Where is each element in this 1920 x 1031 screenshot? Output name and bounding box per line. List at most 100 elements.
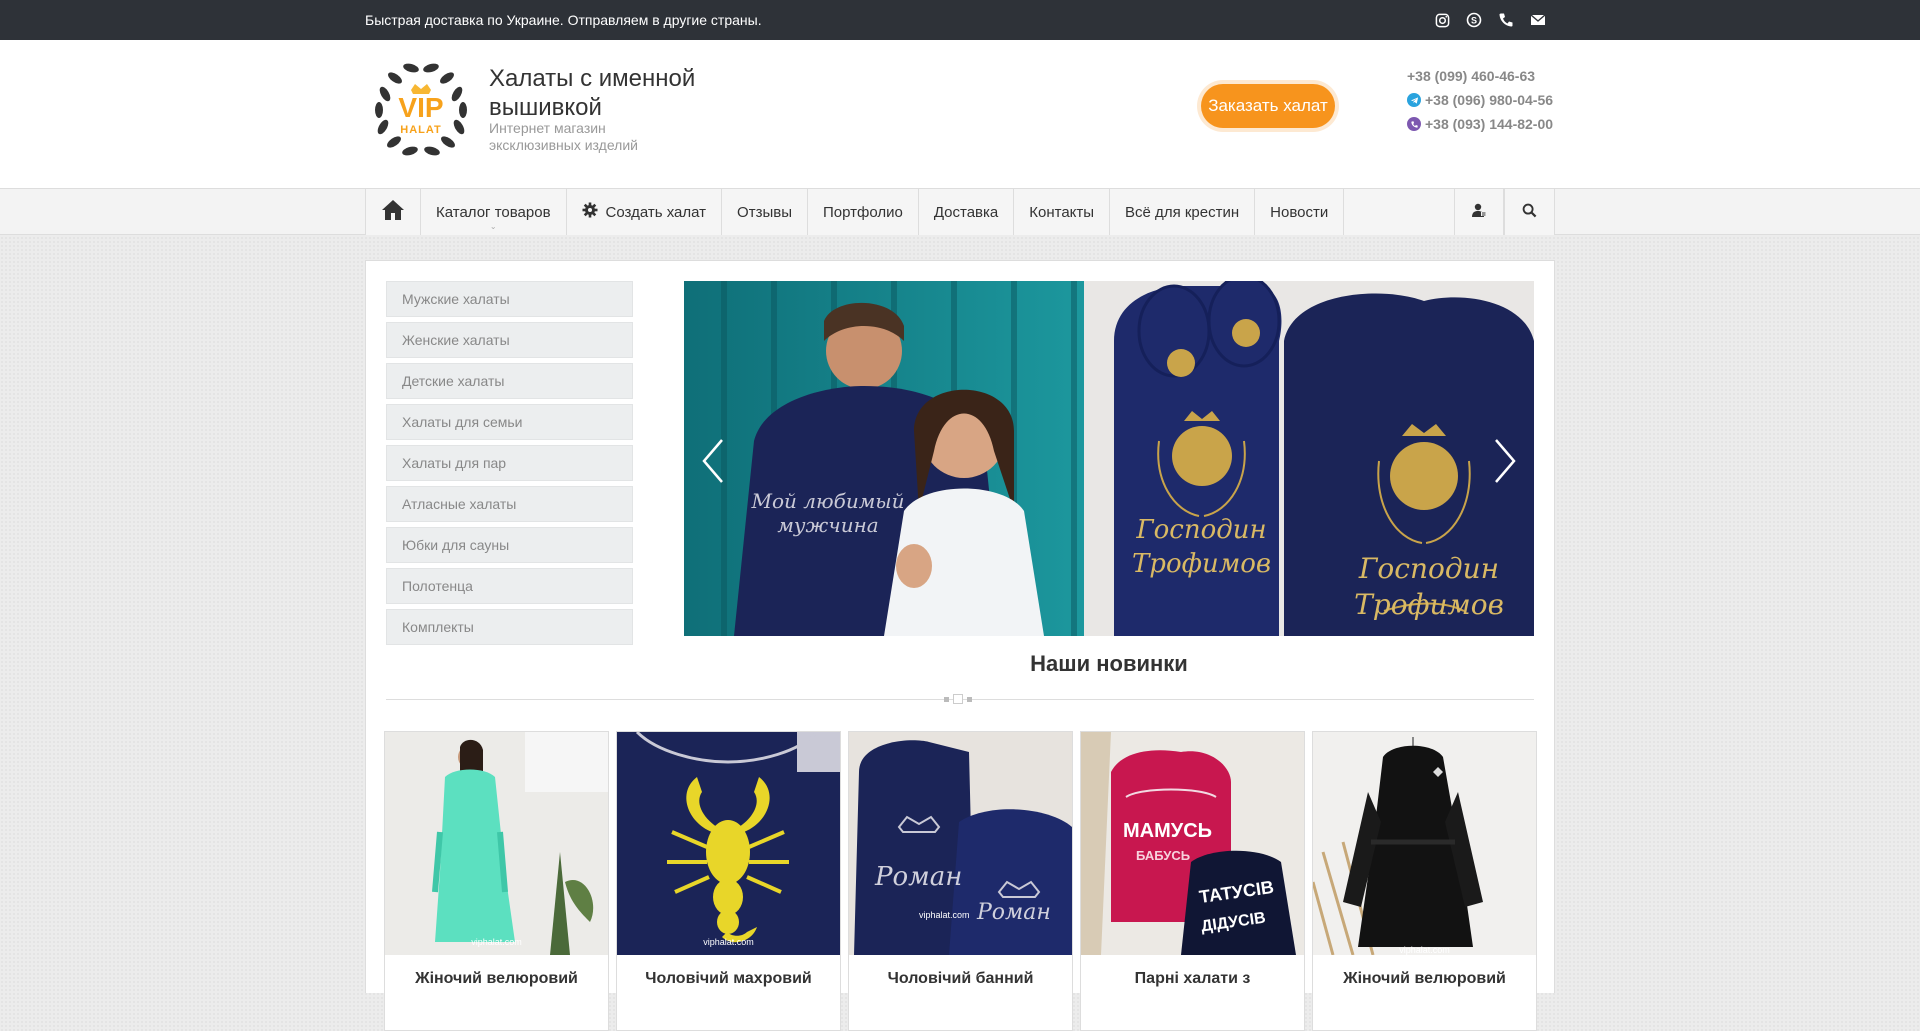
image-watermark: viphalat.com [471,937,522,947]
viber-icon [1407,117,1421,131]
embroidery-babus: БАБУСЬ [1136,848,1191,863]
category-towels[interactable]: Полотенца [386,568,633,604]
site-subtitle: Интернет магазин эксклюзивных изделий [489,120,638,153]
nav-catalog[interactable]: Каталог товаров ⌄ [421,189,567,235]
nav-create-robe[interactable]: Создать халат [567,189,723,235]
slide-caption-mid-line1: Господин [1136,515,1267,545]
shipping-message: Быстрая доставка по Украине. Отправляем … [365,12,762,28]
nav-news-label: Новости [1270,203,1329,221]
logo-vip-text: VIP [398,92,444,123]
nav-reviews[interactable]: Отзывы [722,189,808,235]
mail-icon[interactable] [1529,11,1547,29]
product-grid: viphalat.com Жіночий велюровий viphalat.… [384,731,1537,1031]
embroidery-name-1: Роман [875,862,963,892]
category-list: Мужские халаты Женские халаты Детские ха… [386,281,633,650]
product-image[interactable]: Роман Роман viphalat.com [849,732,1072,955]
nav-news[interactable]: Новости [1255,189,1345,235]
embroidery-name-2: Роман [977,900,1051,925]
product-name[interactable]: Парні халати з [1081,955,1304,988]
product-card[interactable]: viphalat.com Жіночий велюровий [384,731,609,1031]
product-name[interactable]: Жіночий велюровий [385,955,608,988]
product-image[interactable]: viphalat.com [385,732,608,955]
nav-christening[interactable]: Всё для крестин [1110,189,1256,235]
chevron-left-icon [702,439,723,483]
slide-caption-left-line1: Мой любимый [751,489,905,513]
category-sets[interactable]: Комплекты [386,609,633,645]
category-family-robes[interactable]: Халаты для семьи [386,404,633,440]
home-icon [381,199,405,225]
embroidery-mamus: МАМУСЬ [1123,820,1213,842]
product-card[interactable]: Роман Роман viphalat.com Чоловічий банни… [848,731,1073,1031]
phone-icon[interactable] [1497,11,1515,29]
phone-number-3[interactable]: +38 (093) 144-82-00 [1425,116,1553,132]
phone-item[interactable]: +38 (099) 460-46-63 [1407,64,1553,88]
product-name[interactable]: Чоловічий банний [849,955,1072,988]
category-men-robes[interactable]: Мужские халаты [386,281,633,317]
divider-ornament [944,694,972,704]
category-women-robes[interactable]: Женские халаты [386,322,633,358]
hero-slider[interactable]: Мой любимый мужчина Господин Трофимов Го… [684,281,1534,636]
account-button[interactable] [1454,189,1504,235]
main-navigation: Каталог товаров ⌄ Создать халат Отзывы П… [0,189,1920,235]
phone-item[interactable]: +38 (096) 980-04-56 [1407,88,1553,112]
slide-caption-mid-line2: Трофимов [1131,549,1272,579]
instagram-icon[interactable] [1433,11,1451,29]
svg-text:S: S [1471,16,1477,26]
new-products-title: Наши новинки [1030,651,1188,676]
nav-catalog-label: Каталог товаров [436,203,551,221]
product-image[interactable]: viphalat.com [617,732,840,955]
product-card[interactable]: МАМУСЬ БАБУСЬ ТАТУСІВ ДІДУСІВ Парні хала… [1080,731,1305,1031]
nav-delivery-label: Доставка [933,203,999,221]
image-watermark: viphalat.com [703,937,754,947]
top-bar: Быстрая доставка по Украине. Отправляем … [0,0,1920,40]
nav-reviews-label: Отзывы [737,203,792,221]
nav-contacts-label: Контакты [1029,203,1095,221]
category-couple-robes[interactable]: Халаты для пар [386,445,633,481]
product-image[interactable]: viphalat.com [1313,732,1536,955]
slide-caption-left-line2: мужчина [777,513,879,537]
chevron-down-icon: ⌄ [489,222,497,231]
phone-number-2[interactable]: +38 (096) 980-04-56 [1425,92,1553,108]
telegram-icon [1407,93,1421,107]
logo-halat-text: HALAT [400,124,442,136]
nav-home[interactable] [366,189,421,235]
slide-caption-right: Господин Трофимов [1339,551,1519,623]
category-satin-robes[interactable]: Атласные халаты [386,486,633,522]
phone-item[interactable]: +38 (093) 144-82-00 [1407,112,1553,136]
slide-caption-right-line1: Господин [1358,552,1500,585]
chevron-right-icon [1495,439,1516,483]
image-watermark: viphalat.com [919,910,970,920]
search-icon [1522,203,1537,222]
phone-list: +38 (099) 460-46-63 +38 (096) 980-04-56 … [1407,64,1553,136]
nav-christening-label: Всё для крестин [1125,203,1240,221]
slide-caption-mid: Господин Трофимов [1124,513,1279,581]
phone-number-1[interactable]: +38 (099) 460-46-63 [1407,68,1535,84]
gear-icon [582,202,598,222]
product-card[interactable]: viphalat.com Чоловічий махровий [616,731,841,1031]
nav-portfolio-label: Портфолио [822,203,903,221]
search-button[interactable] [1504,189,1554,235]
site-title: Халаты с именной вышивкой [489,65,696,121]
nav-delivery[interactable]: Доставка [919,189,1015,235]
product-image[interactable]: МАМУСЬ БАБУСЬ ТАТУСІВ ДІДУСІВ [1081,732,1304,955]
nav-contacts[interactable]: Контакты [1014,189,1111,235]
nav-create-robe-label: Создать халат [605,203,707,221]
site-header: VIP HALAT Халаты с именной вышивкой Инте… [0,40,1920,189]
user-icon [1471,202,1487,222]
product-card[interactable]: viphalat.com Жіночий велюровий [1312,731,1537,1031]
vip-halat-logo[interactable]: VIP HALAT [365,54,477,166]
slide-caption-left: Мой любимый мужчина [748,489,908,537]
order-robe-button[interactable]: Заказать халат [1201,84,1335,128]
image-watermark: viphalat.com [1399,945,1450,955]
category-kids-robes[interactable]: Детские халаты [386,363,633,399]
slider-next-button[interactable] [1490,436,1520,486]
slide-caption-right-line2: Трофимов [1354,588,1504,621]
nav-portfolio[interactable]: Портфолио [808,189,919,235]
category-sauna-skirts[interactable]: Юбки для сауны [386,527,633,563]
main-content: Мужские халаты Женские халаты Детские ха… [365,260,1555,1031]
product-name[interactable]: Жіночий велюровий [1313,955,1536,988]
slider-prev-button[interactable] [698,436,728,486]
skype-icon[interactable]: S [1465,11,1483,29]
product-name[interactable]: Чоловічий махровий [617,955,840,988]
